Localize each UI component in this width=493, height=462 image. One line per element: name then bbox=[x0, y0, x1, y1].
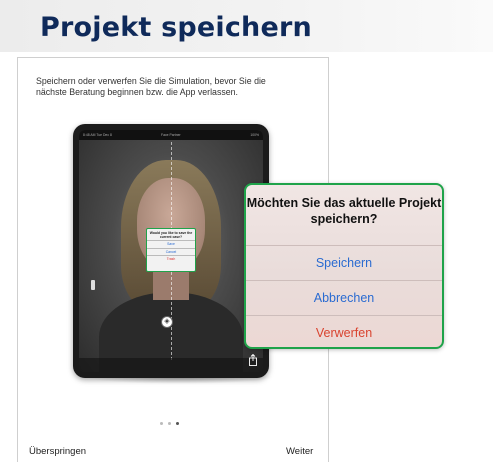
skip-button[interactable]: Überspringen bbox=[29, 446, 86, 457]
save-dialog-callout: Möchten Sie das aktuelle Projekt speiche… bbox=[244, 183, 444, 349]
side-handle-icon bbox=[91, 280, 95, 290]
discard-button[interactable]: Verwerfen bbox=[246, 315, 442, 347]
drag-handle-icon: ◈ bbox=[161, 316, 173, 328]
save-button[interactable]: Speichern bbox=[246, 245, 442, 280]
ipad-status-left: 8:48 AM Tue Dec 8 bbox=[83, 133, 112, 137]
dialog-title: Möchten Sie das aktuelle Projekt speiche… bbox=[246, 196, 442, 226]
ipad-bottom-bar bbox=[79, 358, 263, 372]
ipad-status-right: 100% bbox=[250, 133, 259, 137]
ipad-status-bar: 8:48 AM Tue Dec 8 Face Partner 100% bbox=[79, 130, 263, 140]
share-icon bbox=[249, 354, 257, 366]
mini-cancel-button: Cancel bbox=[147, 247, 195, 256]
page-dot-2[interactable] bbox=[168, 422, 171, 425]
mini-save-dialog: Would you like to save the current case?… bbox=[146, 228, 196, 272]
mini-discard-button: Trash bbox=[147, 255, 195, 263]
cancel-button[interactable]: Abbrechen bbox=[246, 280, 442, 315]
page-title: Projekt speichern bbox=[40, 12, 312, 43]
page-dot-1[interactable] bbox=[160, 422, 163, 425]
mini-dialog-title: Would you like to save the current case? bbox=[149, 231, 193, 239]
mini-save-button: Save bbox=[147, 240, 195, 248]
ipad-status-center: Face Partner bbox=[161, 133, 181, 137]
page-dot-3[interactable] bbox=[176, 422, 179, 425]
page-indicator[interactable] bbox=[160, 422, 186, 428]
intro-text: Speichern oder verwerfen Sie die Simulat… bbox=[36, 76, 266, 97]
next-button[interactable]: Weiter bbox=[286, 446, 313, 457]
